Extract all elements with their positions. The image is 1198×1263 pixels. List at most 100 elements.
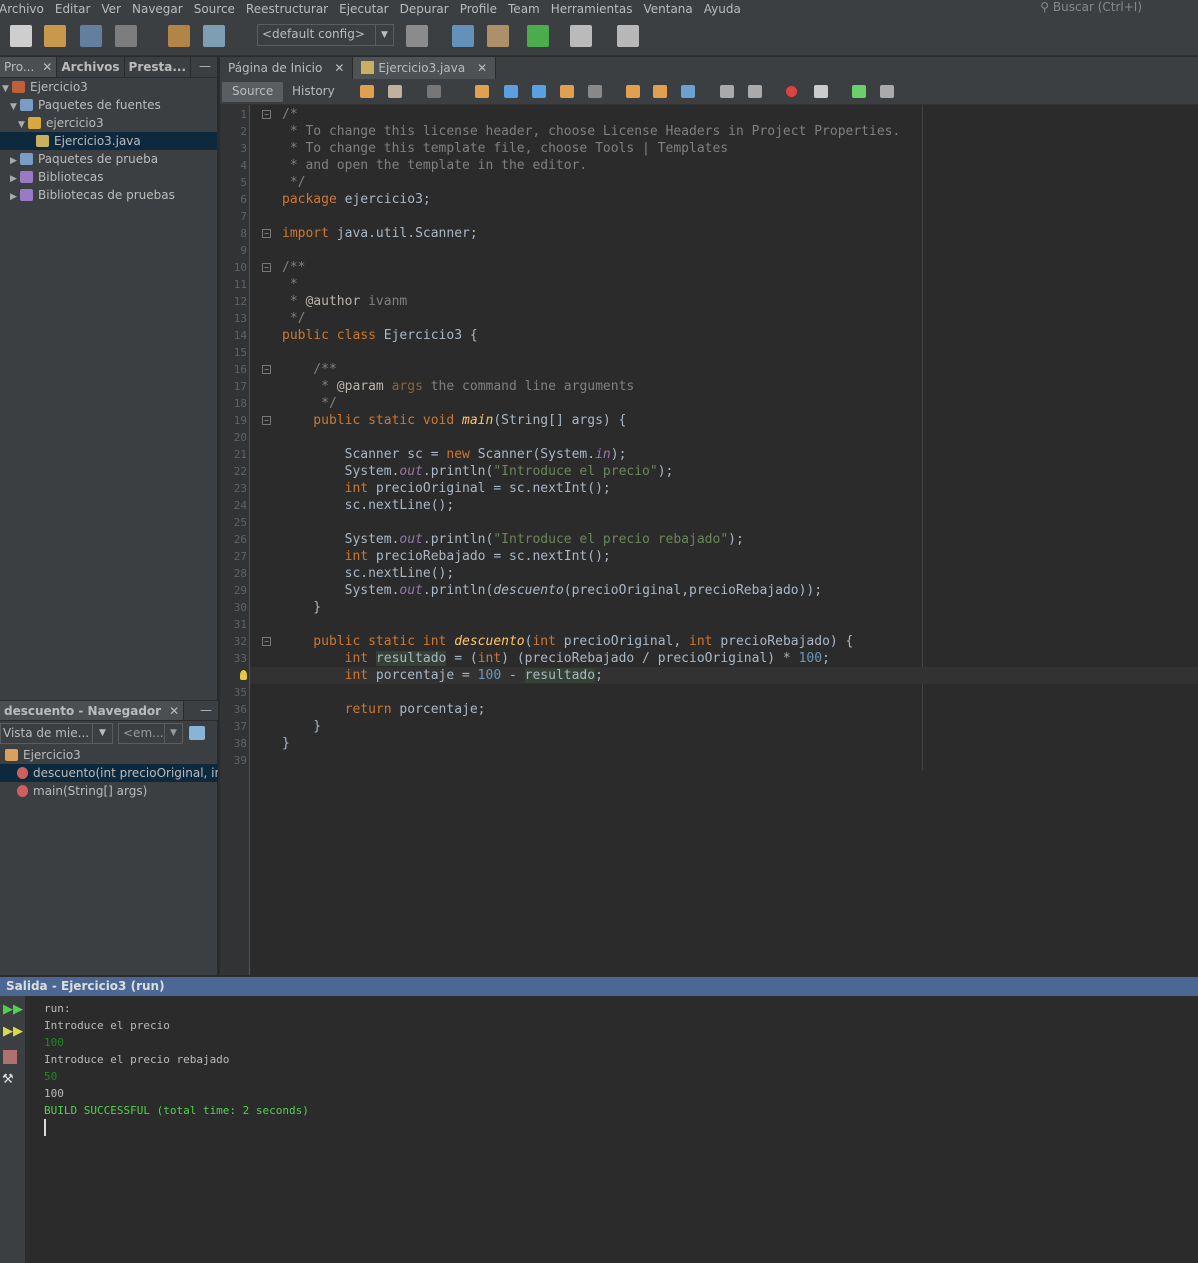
stop-macro-icon[interactable]: [814, 85, 828, 98]
close-icon[interactable]: ✕: [334, 61, 344, 75]
run-icon[interactable]: [527, 25, 549, 47]
minimize-icon[interactable]: —: [193, 57, 217, 77]
fold-toggle-icon[interactable]: −: [262, 263, 271, 272]
forward-icon[interactable]: [427, 85, 441, 98]
editor-tabs: Página de Inicio ✕ Ejercicio3.java ✕: [220, 57, 1198, 79]
line-number: 8: [240, 227, 247, 240]
tab-navigator[interactable]: descuento - Navegador ✕: [0, 701, 185, 720]
start-macro-icon[interactable]: [786, 86, 797, 97]
shift-left-icon[interactable]: [720, 85, 734, 98]
uncomment-icon[interactable]: [880, 85, 894, 98]
code-editor[interactable]: 1 − /* 2 * To change this license header, c…: [234, 105, 1198, 975]
toggle-rect-selection-icon[interactable]: [588, 85, 602, 98]
config-dropdown[interactable]: <default config> ▼: [257, 24, 394, 46]
tree-node[interactable]: ▼ ejercicio3: [0, 114, 217, 132]
code-line: * To change this template file, choose T…: [282, 141, 729, 156]
open-project-icon[interactable]: [80, 25, 102, 47]
navigator-options-icon[interactable]: [189, 726, 205, 740]
fold-toggle-icon[interactable]: −: [262, 416, 271, 425]
stop-icon[interactable]: [3, 1050, 17, 1064]
tree-node[interactable]: ▼ Paquetes de fuentes: [0, 96, 217, 114]
menu-depurar[interactable]: Depurar: [394, 2, 455, 16]
search-input[interactable]: ⚲ Buscar (Ctrl+I): [1040, 0, 1142, 14]
profile-icon[interactable]: [617, 25, 639, 47]
back-icon[interactable]: [388, 85, 402, 98]
menu-ventana[interactable]: Ventana: [637, 2, 698, 16]
tab-history[interactable]: History: [282, 82, 345, 102]
comment-icon[interactable]: [852, 85, 866, 98]
navigator-member[interactable]: main(String[] args): [0, 782, 218, 800]
menu-ayuda[interactable]: Ayuda: [698, 2, 747, 16]
code-line: public static void main(String[] args) {: [282, 413, 627, 428]
menu-editar[interactable]: Editar: [49, 2, 97, 16]
rerun-icon[interactable]: ▶▶: [3, 1002, 23, 1017]
new-project-icon[interactable]: [44, 25, 66, 47]
tab-presta[interactable]: Presta...: [125, 57, 192, 77]
code-line: int precioOriginal = sc.nextInt();: [282, 481, 611, 496]
fold-toggle-icon[interactable]: −: [262, 110, 271, 119]
undo-icon[interactable]: [168, 25, 190, 47]
previous-bookmark-icon[interactable]: [626, 85, 640, 98]
tree-node[interactable]: ▶ Bibliotecas: [0, 168, 217, 186]
code-line: /*: [282, 107, 298, 122]
code-line: /**: [282, 362, 337, 377]
shift-right-icon[interactable]: [748, 85, 762, 98]
line-number: 29: [233, 584, 247, 597]
rerun-with-params-icon[interactable]: ▶▶: [3, 1024, 23, 1039]
filter-combo[interactable]: <em... ▼: [118, 723, 183, 744]
menu-ejecutar[interactable]: Ejecutar: [333, 2, 395, 16]
navigator-class[interactable]: Ejercicio3: [0, 746, 218, 764]
close-icon[interactable]: ✕: [169, 704, 179, 718]
line-number: 39: [233, 754, 247, 767]
menu-navegar[interactable]: Navegar: [126, 2, 189, 16]
save-all-icon[interactable]: [115, 25, 137, 47]
build-hammer-icon[interactable]: [452, 25, 474, 47]
settings-tools-icon[interactable]: ⚒: [2, 1072, 14, 1087]
menu-profile[interactable]: Profile: [454, 2, 503, 16]
tree-node[interactable]: ▶ Bibliotecas de pruebas: [0, 186, 217, 204]
test-packages-icon: [20, 153, 33, 165]
toggle-bookmark-icon[interactable]: [681, 85, 695, 98]
next-bookmark-icon[interactable]: [653, 85, 667, 98]
toggle-highlight-icon[interactable]: [560, 85, 574, 98]
tree-node[interactable]: Ejercicio3.java: [0, 132, 217, 150]
menu-ver[interactable]: Ver: [95, 2, 127, 16]
find-next-icon[interactable]: [532, 85, 546, 98]
editor-tab[interactable]: Ejercicio3.java ✕: [353, 57, 497, 79]
redo-icon[interactable]: [203, 25, 225, 47]
find-icon[interactable]: [475, 85, 489, 98]
editor-tab[interactable]: Página de Inicio ✕: [220, 57, 354, 79]
last-edit-icon[interactable]: [360, 85, 374, 98]
minimize-icon[interactable]: —: [194, 701, 218, 720]
new-file-icon[interactable]: [10, 25, 32, 47]
globe-icon[interactable]: [406, 25, 428, 47]
hint-bulb-icon[interactable]: [240, 670, 247, 680]
view-combo[interactable]: Vista de mie... ▼: [0, 723, 113, 744]
code-line: int resultado = (int) (precioRebajado / …: [282, 651, 830, 666]
code-line: }: [282, 719, 322, 734]
line-number: 3: [240, 142, 247, 155]
menu-team[interactable]: Team: [502, 2, 546, 16]
fold-toggle-icon[interactable]: −: [262, 229, 271, 238]
fold-toggle-icon[interactable]: −: [262, 637, 271, 646]
tree-node[interactable]: ▶ Paquetes de prueba: [0, 150, 217, 168]
close-icon[interactable]: ✕: [42, 60, 52, 74]
tree-node[interactable]: ▼ Ejercicio3: [0, 78, 217, 96]
line-number: 22: [233, 465, 247, 478]
expand-toggle-icon[interactable]: ▶: [10, 188, 20, 206]
menu-archivo[interactable]: Archivo: [0, 2, 50, 16]
menu-reestructurar[interactable]: Reestructurar: [240, 2, 334, 16]
menu-herramientas[interactable]: Herramientas: [545, 2, 639, 16]
find-previous-icon[interactable]: [504, 85, 518, 98]
menu-source[interactable]: Source: [188, 2, 241, 16]
tab-archivos[interactable]: Archivos: [57, 57, 125, 77]
debug-icon[interactable]: [570, 25, 592, 47]
line-number: 21: [233, 448, 247, 461]
tab-source[interactable]: Source: [222, 82, 284, 102]
clean-build-icon[interactable]: [487, 25, 509, 47]
navigator-member[interactable]: descuento(int precioOriginal, int precio…: [0, 764, 218, 782]
output-console[interactable]: run: Introduce el precio 100 Introduce el p…: [25, 996, 1198, 1263]
close-icon[interactable]: ✕: [477, 61, 487, 75]
fold-toggle-icon[interactable]: −: [262, 365, 271, 374]
tab-pro[interactable]: Pro... ✕: [0, 57, 58, 77]
